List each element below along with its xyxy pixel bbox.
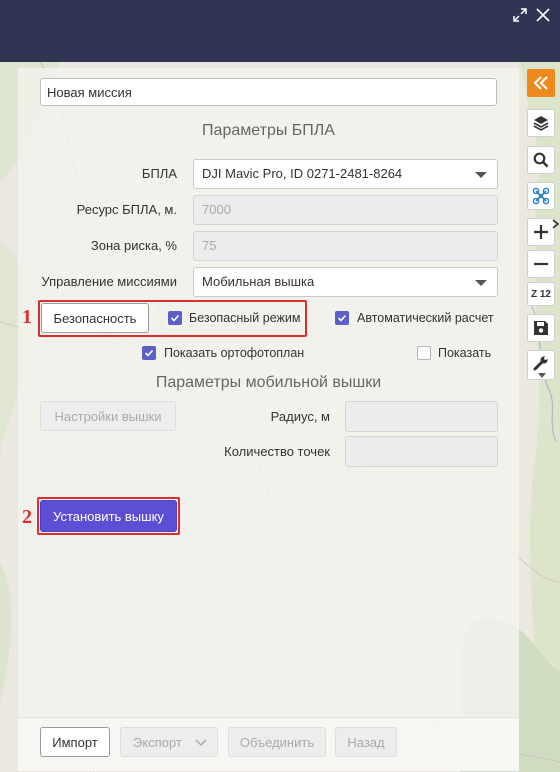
risk-field: 75	[193, 231, 498, 261]
uav-select[interactable]: DJI Mavic Pro, ID 0271-2481-8264	[193, 159, 498, 189]
minus-icon	[534, 262, 548, 266]
chevron-right-icon	[552, 219, 560, 229]
radius-field[interactable]	[345, 401, 498, 432]
points-label: Количество точек	[224, 444, 330, 459]
mission-panel: Параметры БПЛА БПЛА DJI Mavic Pro, ID 02…	[18, 68, 519, 771]
collapse-panel-button[interactable]	[527, 69, 555, 97]
show-checkbox[interactable]	[417, 346, 431, 360]
risk-label: Зона риска, %	[90, 238, 177, 253]
zoom-level-indicator: Z 12	[527, 282, 555, 306]
resource-field: 7000	[193, 195, 498, 225]
window-titlebar	[0, 0, 560, 62]
risk-value: 75	[202, 238, 217, 253]
tower-section-title: Параметры мобильной вышки	[155, 374, 382, 391]
chevron-down-icon	[195, 739, 207, 747]
drone-icon	[532, 187, 550, 205]
orthophoto-checkbox[interactable]	[142, 346, 156, 360]
expand-icon[interactable]	[511, 6, 529, 24]
zoom-in-button[interactable]	[527, 218, 555, 246]
control-select[interactable]: Мобильная вышка	[193, 267, 498, 297]
zoom-out-button[interactable]	[527, 250, 555, 278]
save-button[interactable]	[527, 314, 555, 342]
close-icon[interactable]	[534, 6, 552, 24]
safe-mode-label: Безопасный режим	[189, 311, 301, 325]
small-down-arrow-icon	[538, 373, 546, 378]
annotation-marker-2: 2	[22, 506, 32, 528]
install-tower-button[interactable]: Установить вышку	[40, 500, 177, 532]
export-button-label: Экспорт	[133, 734, 182, 750]
resource-label: Ресурс БПЛА, м.	[76, 202, 177, 217]
mission-name-input[interactable]	[40, 78, 497, 106]
chevrons-left-icon	[533, 76, 548, 90]
search-button[interactable]	[527, 146, 555, 174]
plus-icon	[534, 225, 548, 239]
export-button[interactable]: Экспорт	[120, 727, 218, 757]
uav-select-value: DJI Mavic Pro, ID 0271-2481-8264	[202, 166, 403, 181]
save-icon	[534, 321, 548, 335]
layers-icon	[533, 116, 549, 131]
uav-section-title: Параметры БПЛА	[202, 122, 335, 139]
safe-mode-checkbox[interactable]	[168, 311, 182, 325]
control-select-value: Мобильная вышка	[202, 274, 315, 289]
auto-calc-checkbox[interactable]	[335, 311, 349, 325]
safety-button[interactable]: Безопасность	[41, 303, 149, 333]
settings-button[interactable]	[527, 350, 555, 380]
resource-value: 7000	[202, 202, 231, 217]
auto-calc-label: Автоматический расчет	[357, 311, 494, 325]
orthophoto-label: Показать ортофотоплан	[164, 346, 305, 360]
uav-label: БПЛА	[141, 166, 177, 181]
search-icon	[533, 152, 549, 168]
radius-label: Радиус, м	[270, 409, 330, 424]
panel-footer: Импорт Экспорт Объединить Назад	[18, 717, 519, 771]
merge-button[interactable]: Объединить	[228, 727, 326, 757]
annotation-marker-1: 1	[22, 306, 32, 328]
tower-settings-button[interactable]: Настройки вышки	[40, 401, 176, 431]
show-label: Показать	[438, 346, 492, 360]
control-label: Управление миссиями	[41, 274, 177, 289]
zoom-level-text: Z 12	[530, 288, 551, 300]
points-field[interactable]	[345, 436, 498, 467]
layers-button[interactable]	[527, 109, 555, 137]
import-button[interactable]: Импорт	[40, 727, 110, 757]
chevron-down-icon	[475, 280, 487, 286]
back-button[interactable]: Назад	[335, 727, 397, 757]
chevron-down-icon	[475, 172, 487, 178]
drone-button[interactable]	[527, 182, 555, 210]
wrench-icon	[533, 356, 548, 371]
